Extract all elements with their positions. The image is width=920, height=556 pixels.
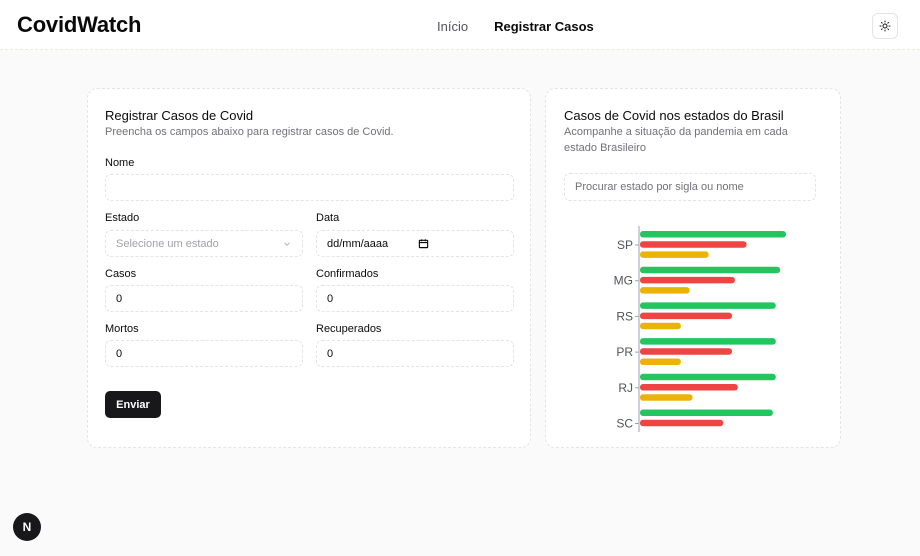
state-select[interactable]: Selecione um estado bbox=[105, 230, 303, 257]
chart-bar-mg[interactable] bbox=[640, 276, 735, 284]
chart-bar-sp[interactable] bbox=[640, 251, 709, 258]
form-title: Registrar Casos de Covid bbox=[105, 108, 254, 123]
recovered-input[interactable]: 0 bbox=[316, 340, 514, 367]
submit-button[interactable]: Enviar bbox=[105, 391, 161, 418]
brand-logo[interactable]: CovidWatch bbox=[17, 12, 141, 38]
register-cases-card: Registrar Casos de Covid Preencha os cam… bbox=[87, 88, 531, 448]
chart-bar-rs[interactable] bbox=[640, 322, 681, 330]
state-select-placeholder: Selecione um estado bbox=[116, 237, 219, 250]
chart-bar-sc[interactable] bbox=[640, 419, 724, 427]
deaths-label: Mortos bbox=[105, 323, 139, 335]
chart-tick-label: RS bbox=[616, 309, 633, 323]
chart-tick-label: RJ bbox=[618, 381, 633, 395]
chart-bar-sp[interactable] bbox=[640, 241, 747, 248]
chart-bar-pr[interactable] bbox=[640, 338, 776, 345]
confirmed-label: Confirmados bbox=[316, 268, 379, 280]
chart-bar-rj[interactable] bbox=[640, 373, 776, 381]
chart-bar-sp[interactable] bbox=[640, 231, 786, 238]
chart-bar-pr[interactable] bbox=[640, 348, 732, 355]
date-input[interactable]: dd/mm/aaaa bbox=[316, 230, 514, 257]
chart-bar-rs[interactable] bbox=[640, 312, 732, 320]
date-label: Data bbox=[316, 212, 340, 224]
chart-bar-rj[interactable] bbox=[640, 394, 693, 401]
chevron-down-icon bbox=[284, 242, 290, 246]
states-chart-card: Casos de Covid nos estados do Brasil Aco… bbox=[545, 88, 841, 448]
form-description: Preencha os campos abaixo para registrar… bbox=[105, 126, 394, 138]
main-nav: Início Registrar Casos bbox=[437, 19, 594, 34]
state-label: Estado bbox=[105, 212, 140, 224]
cases-label: Casos bbox=[105, 268, 137, 280]
top-navbar: CovidWatch Início Registrar Casos bbox=[0, 0, 920, 50]
chart-bar-mg[interactable] bbox=[640, 287, 690, 294]
name-label: Nome bbox=[105, 157, 135, 169]
chart-bar-mg[interactable] bbox=[640, 266, 781, 274]
chart-bar-pr[interactable] bbox=[640, 358, 681, 366]
chart-tick-label: SC bbox=[616, 417, 633, 431]
date-input-placeholder: dd/mm/aaaa bbox=[327, 237, 389, 250]
sun-icon bbox=[879, 20, 891, 32]
recovered-label: Recuperados bbox=[316, 323, 382, 335]
chart-bar-rs[interactable] bbox=[640, 302, 776, 309]
chart-tick-label: MG bbox=[614, 274, 633, 288]
chart-tick-label: SP bbox=[617, 238, 633, 252]
dev-tools-badge[interactable]: N bbox=[13, 513, 41, 541]
chart-bar-sc[interactable] bbox=[640, 409, 773, 417]
calendar-icon[interactable] bbox=[418, 238, 429, 249]
cases-input[interactable]: 0 bbox=[105, 285, 303, 312]
states-bar-chart: SP MG RS PR RJ SC bbox=[614, 226, 786, 432]
deaths-input[interactable]: 0 bbox=[105, 340, 303, 367]
chart-tick-label: PR bbox=[616, 345, 633, 359]
chart-bar-rj[interactable] bbox=[640, 384, 738, 391]
theme-toggle-button[interactable] bbox=[872, 13, 898, 39]
nav-link-register[interactable]: Registrar Casos bbox=[494, 19, 594, 34]
nav-link-home[interactable]: Início bbox=[437, 19, 468, 34]
confirmed-input[interactable]: 0 bbox=[316, 285, 514, 312]
name-input[interactable] bbox=[105, 174, 514, 201]
